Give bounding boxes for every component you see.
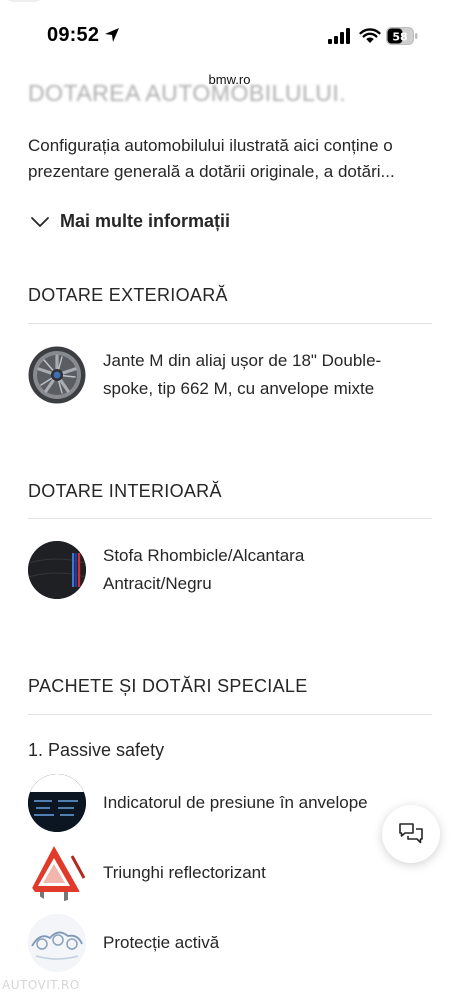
tire-pressure-thumbnail — [28, 774, 86, 832]
passive-safety-title: 1. Passive safety — [28, 740, 165, 760]
watermark: AUTOVIT.RO — [2, 978, 80, 992]
package-item-label: Triunghi reflectorizant — [103, 863, 266, 882]
url-bar[interactable]: bmw.ro — [0, 70, 459, 98]
chevron-down-icon — [31, 216, 49, 227]
interior-item-text: Stofa Rhombicle/Alcantara Antracit/Negru — [103, 542, 304, 598]
battery-icon: 58 — [386, 27, 418, 45]
exterior-item-line-1: Jante M din aliaj ușor de 18" Double- — [103, 351, 382, 370]
package-item-tire-pressure[interactable]: Indicatorul de presiune în anvelope — [28, 774, 438, 832]
package-item-warning-triangle[interactable]: Triunghi reflectorizant — [28, 844, 438, 902]
battery-level: 58 — [392, 31, 407, 44]
url-text[interactable]: bmw.ro — [209, 72, 251, 87]
package-item-active-protection[interactable]: Protecție activă — [28, 914, 438, 972]
description-line-2: prezentare generală a dotării originale,… — [28, 162, 395, 181]
interior-item-line-1: Stofa Rhombicle/Alcantara — [103, 546, 305, 565]
more-info-label[interactable]: Mai multe informații — [60, 211, 230, 232]
exterior-section-title: DOTARE EXTERIOARĂ — [28, 285, 228, 305]
interior-item-line-2: Antracit/Negru — [103, 574, 212, 593]
location-arrow-icon — [105, 28, 119, 42]
configuration-description: Configurația automobilului ilustrată aic… — [28, 133, 436, 185]
interior-item[interactable]: Stofa Rhombicle/Alcantara Antracit/Negru — [28, 541, 438, 601]
upholstery-thumbnail — [28, 541, 86, 599]
warning-triangle-thumbnail — [28, 844, 86, 902]
package-item-label: Protecție activă — [103, 933, 220, 952]
description-line-1: Configurația automobilului ilustrată aic… — [28, 136, 393, 155]
packages-section-title: PACHETE ȘI DOTĂRI SPECIALE — [28, 676, 308, 696]
interior-section-title: DOTARE INTERIOARĂ — [28, 481, 222, 501]
more-info-toggle[interactable]: Mai multe informații — [30, 211, 230, 232]
top-pill — [6, 0, 42, 2]
interior-divider — [28, 518, 432, 519]
chat-bubbles-icon — [399, 823, 423, 844]
wifi-icon — [359, 28, 381, 43]
exterior-item-line-2: spoke, tip 662 M, cu anvelope mixte — [103, 379, 375, 398]
package-item-label: Indicatorul de presiune în anvelope — [103, 793, 368, 812]
wheel-rim-thumbnail — [28, 346, 86, 404]
status-bar: 09:52 58 — [0, 0, 459, 70]
cellular-signal-icon — [328, 28, 350, 44]
status-time: 09:52 — [47, 24, 100, 46]
packages-divider — [28, 714, 432, 715]
exterior-item[interactable]: Jante M din aliaj ușor de 18" Double- sp… — [28, 346, 438, 406]
exterior-item-text: Jante M din aliaj ușor de 18" Double- sp… — [103, 347, 381, 403]
chat-button[interactable] — [382, 805, 440, 863]
active-protection-thumbnail — [28, 914, 86, 972]
exterior-divider — [28, 323, 432, 324]
